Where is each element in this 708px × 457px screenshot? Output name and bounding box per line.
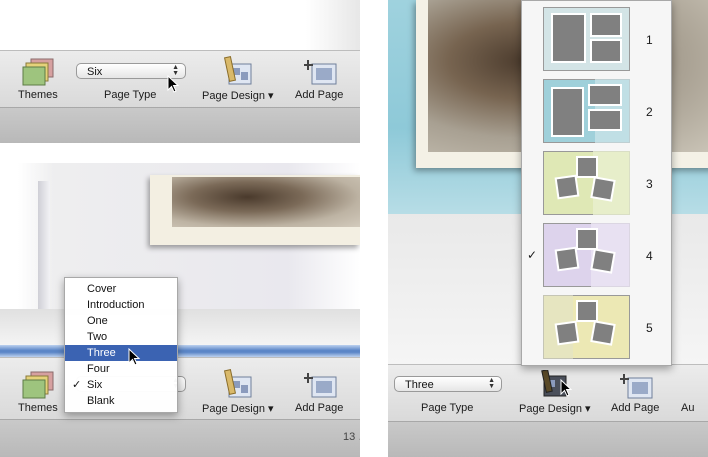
mouse-pointer-icon — [128, 348, 141, 366]
add-page-icon[interactable] — [619, 372, 654, 400]
add-page-label[interactable]: Add Page — [295, 89, 343, 101]
mouse-pointer-icon — [560, 379, 573, 397]
page-type-value: Six — [87, 66, 103, 78]
photo — [172, 177, 360, 227]
design-number-4: 4 — [646, 249, 653, 263]
menu-item-cover[interactable]: Cover — [65, 281, 177, 297]
updown-arrows-icon: ▲▼ — [488, 377, 495, 390]
status-bar — [0, 107, 360, 143]
page-design-icon[interactable] — [223, 56, 257, 86]
menu-item-introduction[interactable]: Introduction — [65, 297, 177, 313]
page-type-select[interactable]: Three ▲ ▼ — [394, 376, 502, 392]
themes-icon[interactable] — [22, 371, 56, 399]
right-panel: Three ▲ ▼ Page Type Page Design ▾ Add Pag… — [388, 0, 708, 457]
menu-item-blank[interactable]: Blank — [65, 393, 177, 409]
design-number-3: 3 — [646, 177, 653, 191]
page-type-label: Page Type — [421, 402, 474, 414]
menu-item-two[interactable]: Two — [65, 329, 177, 345]
canvas-lower — [0, 309, 360, 345]
checkmark-icon: ✓ — [72, 379, 82, 391]
page-edge-shadow — [38, 181, 50, 311]
design-option-2[interactable] — [543, 79, 630, 143]
top-left-panel: Themes Six ▲ ▼ Page Type Page Design ▾ Ad… — [0, 0, 360, 143]
menu-item-three[interactable]: Three — [65, 345, 177, 361]
menu-item-four[interactable]: Four — [65, 361, 177, 377]
menu-item-six[interactable]: ✓ Six — [65, 377, 177, 393]
themes-label[interactable]: Themes — [18, 402, 58, 414]
design-option-1[interactable] — [543, 7, 630, 71]
page-type-menu: Cover Introduction One Two Three Four ✓ … — [64, 277, 178, 413]
bottom-left-panel: Themes ▲▼ Page Design ▾ Add Page 13 … to… — [0, 163, 360, 457]
page-type-value: Three — [405, 379, 434, 391]
menu-item-one[interactable]: One — [65, 313, 177, 329]
status-bar — [388, 421, 708, 457]
status-bar — [0, 419, 360, 457]
design-number-1: 1 — [646, 33, 653, 47]
design-number-2: 2 — [646, 105, 653, 119]
design-thumb-4 — [543, 223, 630, 287]
themes-icon[interactable] — [22, 58, 56, 86]
canvas-background — [0, 0, 360, 50]
add-page-icon[interactable] — [303, 58, 338, 86]
page-design-label[interactable]: Page Design ▾ — [519, 402, 591, 415]
menu-item-six-label: Six — [87, 379, 103, 391]
checkmark-icon: ✓ — [527, 248, 538, 262]
design-thumb-2 — [543, 79, 630, 143]
design-option-4[interactable] — [543, 223, 630, 287]
themes-label[interactable]: Themes — [18, 89, 58, 101]
page-design-label[interactable]: Page Design ▾ — [202, 402, 274, 415]
design-option-3[interactable] — [543, 151, 630, 215]
add-page-label[interactable]: Add Page — [295, 402, 343, 414]
design-number-5: 5 — [646, 321, 653, 335]
design-thumb-3 — [543, 151, 630, 215]
page-design-label[interactable]: Page Design ▾ — [202, 89, 274, 102]
design-thumb-1 — [543, 7, 630, 71]
design-thumb-5 — [543, 295, 630, 359]
page-type-label: Page Type — [104, 89, 157, 101]
page-design-menu: 1 2 3 ✓ 4 5 — [521, 0, 672, 366]
design-option-5[interactable] — [543, 295, 630, 359]
photo-tray-band — [0, 345, 360, 357]
mouse-pointer-icon — [167, 75, 180, 93]
add-page-icon[interactable] — [303, 371, 338, 399]
status-photo-count: 13 … tos — [343, 431, 360, 443]
autoflow-label-partial[interactable]: Au — [681, 402, 694, 414]
add-page-label[interactable]: Add Page — [611, 402, 659, 414]
page-design-icon[interactable] — [223, 369, 257, 399]
